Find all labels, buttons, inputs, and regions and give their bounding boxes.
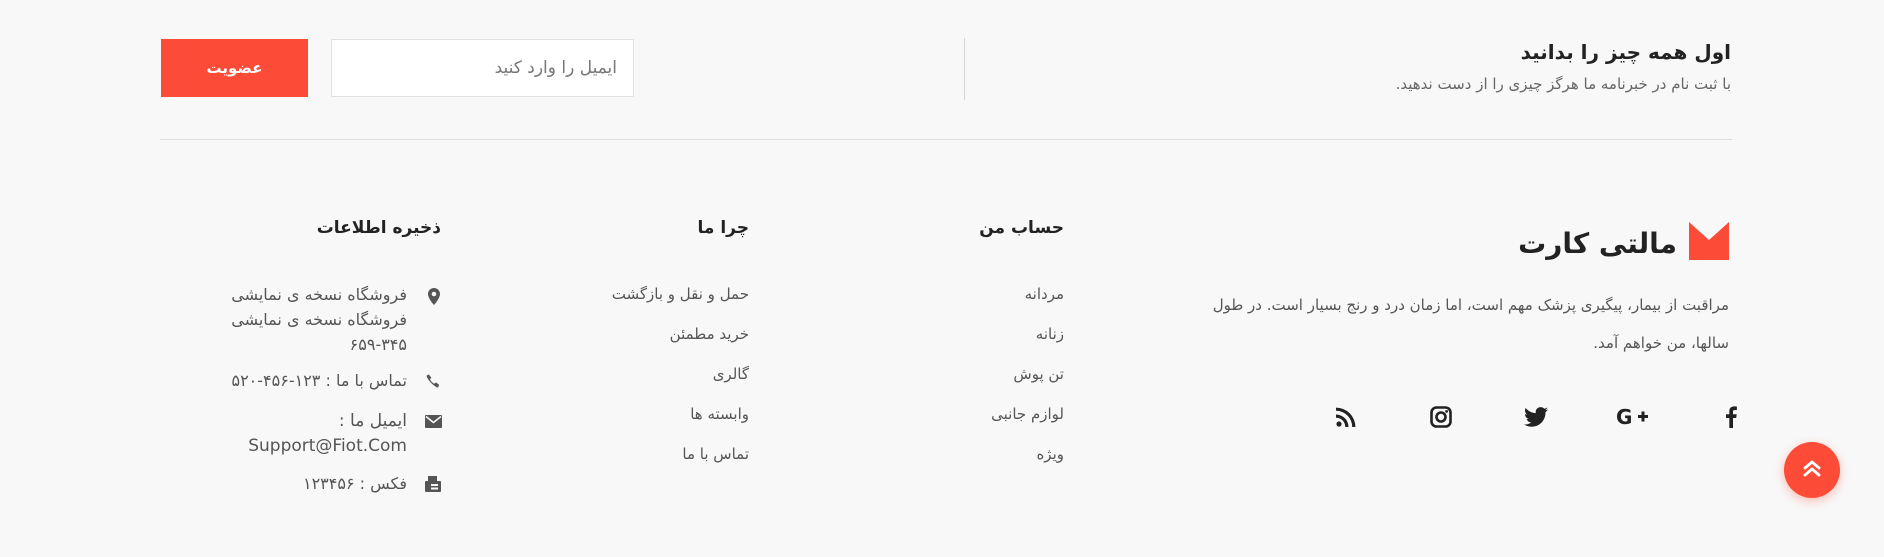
why-link-gallery[interactable]: گالری <box>713 365 749 383</box>
footer-divider <box>160 139 1732 140</box>
email-label: ایمیل ما : <box>338 411 407 431</box>
account-link-men[interactable]: مردانه <box>1025 285 1064 303</box>
subscribe-button[interactable]: عضویت <box>161 39 308 97</box>
why-link-secure-shopping[interactable]: خرید مطمئن <box>670 325 749 343</box>
newsletter-divider <box>964 38 965 100</box>
account-link-accessories[interactable]: لوازم جانبی <box>991 405 1064 423</box>
why-us-title: چرا ما <box>697 218 749 238</box>
svg-text:G: G <box>1616 406 1632 428</box>
account-link-special[interactable]: ویژه <box>1036 445 1064 463</box>
double-chevron-up-icon <box>1802 459 1822 481</box>
brand-description: مراقبت از بیمار، پیگیری پزشک مهم است، ام… <box>1212 296 1729 352</box>
facebook-icon[interactable] <box>1716 402 1746 432</box>
fax-icon <box>424 475 442 493</box>
why-link-contact[interactable]: تماس با ما <box>682 445 749 463</box>
back-to-top-button[interactable] <box>1784 442 1840 498</box>
newsletter-title: اول همه چیز را بدانید <box>1520 40 1731 64</box>
brand-logo[interactable]: مالتی کارت <box>1518 222 1729 264</box>
store-email: ایمیل ما : Support@Fiot.Com <box>248 409 407 459</box>
newsletter-subtitle: با ثبت نام در خبرنامه ما هرگز چیزی را از… <box>1395 75 1731 93</box>
envelope-logo-icon <box>1689 222 1729 264</box>
google-plus-icon[interactable]: G <box>1614 402 1654 432</box>
brand-name: مالتی کارت <box>1518 226 1677 260</box>
store-fax: فکس : ۱۲۳۴۵۶ <box>302 474 407 493</box>
rss-icon[interactable] <box>1331 402 1361 432</box>
address-line: فروشگاه نسخه ی نمایشی <box>231 310 407 329</box>
store-info-title: ذخیره اطلاعات <box>316 218 441 238</box>
newsletter-email-input[interactable] <box>331 39 634 97</box>
account-link-women[interactable]: زنانه <box>1036 325 1064 343</box>
why-link-affiliates[interactable]: وابسته ها <box>690 405 749 423</box>
account-title: حساب من <box>979 218 1064 238</box>
map-marker-icon <box>425 287 443 305</box>
twitter-icon[interactable] <box>1521 402 1551 432</box>
store-address: فروشگاه نسخه ی نمایشی فروشگاه نسخه ی نما… <box>231 282 407 357</box>
address-line: فروشگاه نسخه ی نمایشی <box>231 285 407 304</box>
email-address[interactable]: Support@Fiot.Com <box>248 434 407 459</box>
why-link-shipping[interactable]: حمل و نقل و بازگشت <box>612 285 749 303</box>
account-link-clothing[interactable]: تن پوش <box>1013 365 1064 383</box>
instagram-icon[interactable] <box>1426 402 1456 432</box>
phone-icon <box>424 372 442 390</box>
address-line: ۶۵۹-۳۴۵ <box>349 335 407 354</box>
store-phone: تماس با ما : ۱۲۳-۴۵۶-۵۲۰ <box>231 371 407 390</box>
envelope-icon <box>424 412 442 430</box>
